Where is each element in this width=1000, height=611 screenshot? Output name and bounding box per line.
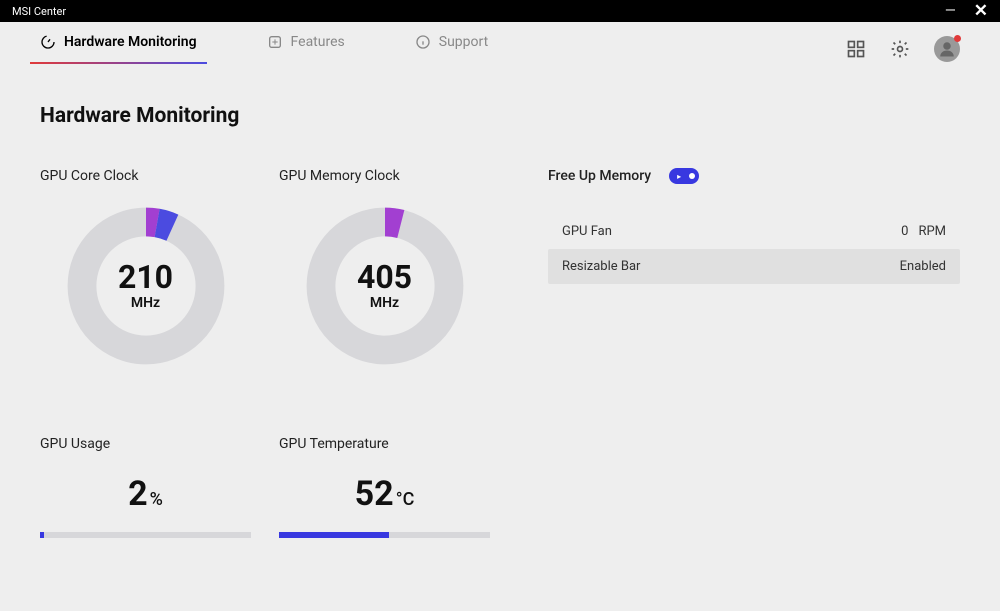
metric-memory-clock: GPU Memory Clock 405 MHz — [279, 168, 490, 366]
page-title: Hardware Monitoring — [40, 104, 960, 128]
tab-label: Support — [439, 34, 488, 50]
row-label: GPU Fan — [562, 224, 612, 239]
free-memory: Free Up Memory ▸ — [548, 168, 960, 184]
free-memory-toggle[interactable]: ▸ — [669, 168, 699, 184]
gauge-unit: MHz — [131, 295, 160, 311]
gauge-memory-clock: 405 MHz — [305, 206, 465, 366]
metric-label: GPU Core Clock — [40, 168, 251, 184]
gauge-unit: MHz — [370, 295, 399, 311]
row-unit: RPM — [918, 224, 946, 239]
metric-usage: GPU Usage 2% — [40, 436, 251, 538]
info-row-gpu-fan: GPU Fan 0 RPM — [548, 214, 960, 249]
metrics-grid: GPU Core Clock 210 MHz — [40, 168, 490, 538]
tab-hardware-monitoring[interactable]: Hardware Monitoring — [40, 34, 197, 64]
temp-unit: °C — [396, 489, 415, 510]
row-value: Enabled — [900, 259, 946, 274]
temp-value: 52 — [355, 474, 394, 514]
content: Hardware Monitoring GPU Core Clock 210 M… — [0, 64, 1000, 538]
main-nav: Hardware Monitoring Features Support — [0, 22, 1000, 64]
avatar[interactable] — [934, 36, 960, 62]
tab-label: Features — [291, 34, 345, 50]
row-value: 0 — [901, 224, 908, 239]
metric-label: GPU Memory Clock — [279, 168, 490, 184]
info-icon — [415, 34, 431, 50]
metric-temperature: GPU Temperature 52°C — [279, 436, 490, 538]
titlebar: MSI Center — ✕ — [0, 0, 1000, 22]
tab-label: Hardware Monitoring — [64, 34, 197, 50]
side-panel: Free Up Memory ▸ GPU Fan 0 RPM Resizable… — [510, 168, 960, 538]
gauge-value: 405 — [357, 261, 412, 293]
window-title: MSI Center — [12, 5, 66, 18]
temp-bar — [279, 532, 490, 538]
info-row-resizable-bar: Resizable Bar Enabled — [548, 249, 960, 284]
gauge-core-clock: 210 MHz — [66, 206, 226, 366]
gauge-value: 210 — [118, 261, 173, 293]
gauge-icon — [40, 34, 56, 50]
usage-bar — [40, 532, 251, 538]
close-button[interactable]: ✕ — [974, 3, 988, 20]
metric-label: GPU Temperature — [279, 436, 490, 452]
free-memory-label: Free Up Memory — [548, 168, 651, 184]
columns: GPU Core Clock 210 MHz — [40, 168, 960, 538]
nav-tabs: Hardware Monitoring Features Support — [40, 34, 488, 64]
minimize-button[interactable]: — — [945, 4, 956, 18]
sparkle-icon — [267, 34, 283, 50]
tab-support[interactable]: Support — [415, 34, 488, 64]
gear-icon[interactable] — [890, 39, 910, 59]
metric-core-clock: GPU Core Clock 210 MHz — [40, 168, 251, 366]
nav-actions — [846, 36, 960, 62]
metric-label: GPU Usage — [40, 436, 251, 452]
usage-unit: % — [150, 489, 163, 510]
apps-icon[interactable] — [846, 39, 866, 59]
window-controls: — ✕ — [945, 3, 988, 20]
tab-features[interactable]: Features — [267, 34, 345, 64]
usage-value: 2 — [128, 474, 148, 514]
row-label: Resizable Bar — [562, 259, 640, 274]
